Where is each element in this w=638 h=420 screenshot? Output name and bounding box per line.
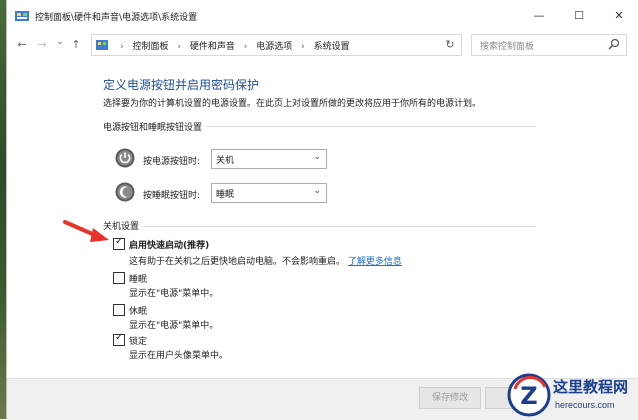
up-arrow-icon[interactable]: ↑ [69,38,83,51]
window-title: 控制面板\硬件和声音\电源选项\系统设置 [35,13,198,23]
control-panel-window: 控制面板\硬件和声音\电源选项\系统设置 — ☐ ✕ ← → ⌄ ↑ › 控制面… [6,0,638,420]
control-panel-small-icon [96,40,108,50]
close-button[interactable]: ✕ [599,0,638,32]
sleep-description: 显示在"电源"菜单中。 [129,289,219,299]
watermark-letter: Z [520,382,537,410]
chevron-down-icon: ⌄ [313,186,321,196]
watermark-name: 这里教程网 [553,378,629,396]
power-button-label: 按电源按钮时: [143,157,201,167]
search-box[interactable]: 搜索控制面板 [471,34,627,56]
breadcrumb-power-options[interactable]: 电源选项 [256,42,292,52]
breadcrumb-separator: › [301,42,305,52]
save-changes-button[interactable]: 保存修改 [419,387,481,409]
sleep-button-action-select[interactable]: 睡眠 ⌄ [211,183,327,203]
back-arrow-icon[interactable]: ← [15,38,29,51]
hibernate-label: 休眠 [129,307,148,317]
hibernate-checkbox[interactable] [113,304,125,316]
title-bar: 控制面板\硬件和声音\电源选项\系统设置 — ☐ ✕ [7,0,638,32]
checkmark-icon: ✓ [115,236,124,247]
watermark-url: herecours.com [555,400,615,410]
sleep-button-icon [115,182,135,202]
sleep-button-label: 按睡眠按钮时: [143,191,201,201]
fast-startup-label: 启用快速启动(推荐) [129,241,210,251]
breadcrumb-hardware-sound[interactable]: 硬件和声音 [190,42,235,52]
breadcrumb-separator: › [243,42,248,52]
breadcrumb-separator: › [120,42,124,52]
lock-label: 锁定 [129,337,148,347]
search-placeholder: 搜索控制面板 [480,42,535,52]
learn-more-link[interactable]: 了解更多信息 [348,257,402,267]
lock-description: 显示在用户头像菜单中。 [129,351,229,361]
navigation-bar: ← → ⌄ ↑ › 控制面板 › 硬件和声音 › 电源选项 › 系统设置 ⌄ ↻ [7,32,638,58]
hibernate-description: 显示在"电源"菜单中。 [129,321,219,331]
breadcrumb: › 控制面板 › 硬件和声音 › 电源选项 › 系统设置 [114,39,350,52]
search-icon [608,38,620,50]
minimize-button[interactable]: — [519,0,559,32]
breadcrumb-control-panel[interactable]: 控制面板 [132,42,168,52]
maximize-button[interactable]: ☐ [559,0,599,32]
refresh-button[interactable]: ↻ [439,34,462,56]
power-button-icon [115,148,135,168]
lock-checkbox[interactable]: ✓ [113,332,125,346]
power-button-action-value: 关机 [216,156,235,166]
sleep-checkbox[interactable] [113,272,125,284]
watermark-z-icon: Z [507,373,551,417]
breadcrumb-system-settings[interactable]: 系统设置 [314,42,350,52]
control-panel-icon [15,11,29,21]
group-divider [103,226,535,227]
forward-arrow-icon[interactable]: → [35,38,49,51]
watermark-logo: Z 这里教程网 herecours.com [507,372,638,418]
fast-startup-description-text: 这有助于在关机之后更快地启动电脑。不会影响重启。 [129,257,346,267]
fast-startup-checkbox[interactable]: ✓ [113,236,125,250]
checkmark-icon: ✓ [115,332,124,343]
chevron-down-icon: ⌄ [313,152,321,162]
power-button-action-select[interactable]: 关机 ⌄ [211,149,327,169]
breadcrumb-separator: › [177,42,181,52]
page-title: 定义电源按钮并启用密码保护 [103,78,260,92]
fast-startup-description: 这有助于在关机之后更快地启动电脑。不会影响重启。 了解更多信息 [129,254,402,267]
power-buttons-group-label: 电源按钮和睡眠按钮设置 [103,120,207,133]
recent-locations-chevron-icon[interactable]: ⌄ [53,37,67,47]
annotation-arrow-icon [63,220,109,242]
main-content: 定义电源按钮并启用密码保护 选择要为你的计算机设置的电源设置。在此页上对设置所做… [7,58,638,419]
address-bar[interactable]: › 控制面板 › 硬件和声音 › 电源选项 › 系统设置 ⌄ [91,34,457,56]
sleep-button-action-value: 睡眠 [216,190,235,200]
page-description: 选择要为你的计算机设置的电源设置。在此页上对设置所做的更改将应用于你所有的电源计… [103,99,482,109]
sleep-label: 睡眠 [129,275,148,285]
